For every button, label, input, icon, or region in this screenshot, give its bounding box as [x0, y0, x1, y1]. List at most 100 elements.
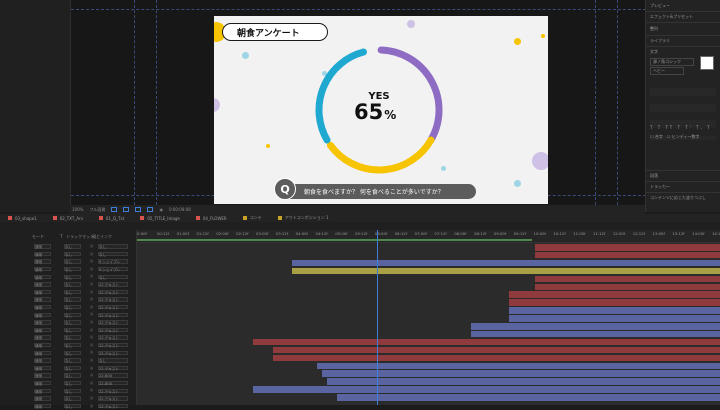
- trkmat-select[interactable]: なし: [64, 396, 81, 401]
- pickwhip-icon[interactable]: ◎: [90, 244, 93, 248]
- layer-row[interactable]: 通常 なし ◎ 22.テキスト: [0, 395, 136, 403]
- layer-duration-bar[interactable]: [535, 275, 720, 283]
- trkmat-select[interactable]: なし: [64, 320, 81, 325]
- comp-tab[interactable]: アウトコンポジション 1: [270, 215, 337, 221]
- layer-duration-bar[interactable]: [327, 378, 720, 385]
- mode-select[interactable]: 通常: [34, 289, 51, 295]
- parent-select[interactable]: 22.テキスト: [98, 388, 128, 394]
- layer-duration-bar[interactable]: [292, 259, 720, 267]
- panel-tracker[interactable]: トラッカー: [650, 184, 670, 190]
- grid-icon[interactable]: [111, 207, 118, 212]
- panel-character[interactable]: 文字: [650, 49, 658, 55]
- trkmat-select[interactable]: なし: [64, 282, 81, 287]
- layer-duration-bar[interactable]: [535, 251, 720, 259]
- camera-icon[interactable]: ◉: [159, 207, 163, 212]
- layer-duration-bar[interactable]: [471, 330, 720, 338]
- mode-select[interactable]: 通常: [34, 282, 51, 287]
- font-style-select[interactable]: ヘビー: [650, 67, 684, 75]
- layer-row[interactable]: 通常 なし ◎ 22.テキスト: [0, 342, 136, 350]
- pickwhip-icon[interactable]: ◎: [90, 282, 93, 286]
- parent-select[interactable]: 22.テキスト: [98, 289, 128, 295]
- mode-select[interactable]: 通常: [34, 373, 51, 378]
- work-area-bar[interactable]: [137, 239, 532, 241]
- mode-select[interactable]: 通常: [34, 327, 51, 333]
- trkmat-select[interactable]: なし: [64, 388, 81, 394]
- playhead[interactable]: [377, 230, 378, 405]
- pickwhip-icon[interactable]: ◎: [90, 350, 93, 354]
- trkmat-select[interactable]: なし: [64, 289, 81, 295]
- parent-select[interactable]: 22.テキスト: [98, 282, 128, 287]
- pickwhip-icon[interactable]: ◎: [90, 335, 93, 339]
- trkmat-select[interactable]: なし: [64, 373, 81, 378]
- trkmat-select[interactable]: なし: [64, 358, 81, 363]
- layer-row[interactable]: 通常 なし ◎ 22.BOX: [0, 372, 136, 380]
- panel-align[interactable]: 整列: [650, 26, 658, 32]
- layer-row[interactable]: 通常 なし ◎ 22.テキスト: [0, 403, 136, 410]
- mode-select[interactable]: 通常: [34, 365, 51, 371]
- trkmat-select[interactable]: なし: [64, 304, 81, 310]
- text-style-buttons[interactable]: T T TT T T' T, T: [650, 125, 711, 130]
- layer-duration-bar[interactable]: [535, 283, 720, 290]
- comp-tab[interactable]: 04_FLOWER: [188, 216, 235, 221]
- layer-row[interactable]: 通常 なし ◎ 22.BOX: [0, 380, 136, 388]
- panel-content-aware-fill[interactable]: コンテンツに応じた塗りつぶし: [650, 195, 706, 201]
- mode-select[interactable]: 通常: [34, 259, 51, 264]
- trkmat-select[interactable]: なし: [64, 297, 81, 302]
- parent-select[interactable]: 22.テキスト: [98, 403, 128, 409]
- comp-tab[interactable]: 03_shape1: [0, 216, 45, 221]
- pickwhip-icon[interactable]: ◎: [90, 305, 93, 309]
- time-ruler[interactable]: 0:00f 00:12f 01:00f 01:12f 02:00f 02:12f 03:00…: [137, 230, 720, 243]
- parent-select[interactable]: 22.BOX: [98, 373, 128, 378]
- parent-select[interactable]: なし: [98, 358, 128, 363]
- layer-row[interactable]: 通常 なし ◎ なし: [0, 251, 136, 259]
- trkmat-select[interactable]: なし: [64, 350, 81, 356]
- mode-select[interactable]: 通常: [34, 312, 51, 318]
- parent-select[interactable]: 22.テキスト: [98, 335, 128, 340]
- trkmat-select[interactable]: なし: [64, 327, 81, 333]
- pickwhip-icon[interactable]: ◎: [90, 366, 93, 370]
- layer-row[interactable]: 通常 なし ◎ なし: [0, 273, 136, 281]
- parent-select[interactable]: 22.テキスト: [98, 342, 128, 348]
- layer-row[interactable]: 通常 なし ◎ 22.テキスト: [0, 296, 136, 304]
- mode-select[interactable]: 通常: [34, 274, 51, 280]
- comp-tab[interactable]: 02_TXT_Ani: [45, 216, 91, 221]
- layer-row[interactable]: 通常 なし ◎ 22.テキスト: [0, 304, 136, 312]
- parent-select[interactable]: なし: [98, 244, 128, 249]
- mask-icon[interactable]: [123, 207, 130, 212]
- pickwhip-icon[interactable]: ◎: [90, 396, 93, 400]
- layer-duration-bar[interactable]: [253, 386, 720, 393]
- resolution-select[interactable]: フル画質: [89, 207, 105, 213]
- trkmat-select[interactable]: なし: [64, 251, 81, 257]
- mode-select[interactable]: 通常: [34, 396, 51, 401]
- layer-row[interactable]: 通常 なし ◎ 9.シェイプレ: [0, 258, 136, 266]
- layer-row[interactable]: 通常 なし ◎ 22.テキスト: [0, 349, 136, 357]
- layer-duration-bar[interactable]: [509, 291, 720, 298]
- pickwhip-icon[interactable]: ◎: [90, 290, 93, 294]
- parent-select[interactable]: 22.テキスト: [98, 396, 128, 401]
- layer-row[interactable]: 通常 なし ◎ 22.テキスト: [0, 334, 136, 342]
- pickwhip-icon[interactable]: ◎: [90, 328, 93, 332]
- comp-tab[interactable]: 05_TITLE_Image: [132, 216, 187, 221]
- trkmat-select[interactable]: なし: [64, 403, 81, 409]
- pickwhip-icon[interactable]: ◎: [90, 259, 93, 263]
- layer-duration-bar[interactable]: [471, 323, 720, 330]
- layer-duration-bar[interactable]: [509, 307, 720, 314]
- mode-select[interactable]: 通常: [34, 342, 51, 348]
- layer-duration-bar[interactable]: [322, 370, 720, 377]
- layer-duration-bar[interactable]: [292, 267, 720, 275]
- parent-select[interactable]: 22.テキスト: [98, 365, 128, 371]
- trkmat-select[interactable]: なし: [64, 312, 81, 318]
- layer-duration-bar[interactable]: [509, 299, 720, 306]
- transparency-icon[interactable]: [135, 207, 142, 212]
- layer-row[interactable]: 通常 なし ◎ 22.テキスト: [0, 365, 136, 373]
- fill-color-swatch[interactable]: [700, 56, 714, 70]
- pickwhip-icon[interactable]: ◎: [90, 297, 93, 301]
- trkmat-select[interactable]: なし: [64, 244, 81, 249]
- parent-select[interactable]: 9.シェイプレ: [98, 259, 128, 264]
- mode-select[interactable]: 通常: [34, 266, 51, 272]
- character-settings[interactable]: [650, 80, 716, 140]
- trkmat-select[interactable]: なし: [64, 335, 81, 340]
- comp-tab[interactable]: コンテ: [235, 215, 270, 221]
- mode-select[interactable]: 通常: [34, 380, 51, 386]
- layer-duration-bar[interactable]: [535, 244, 720, 251]
